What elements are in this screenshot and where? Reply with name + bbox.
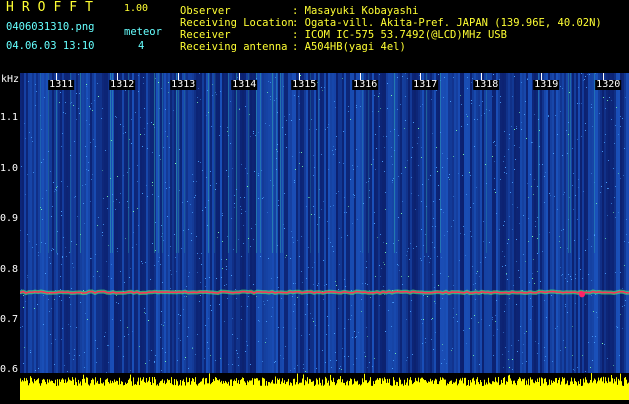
observer-value: : Masayuki Kobayashi: [292, 5, 419, 17]
x-tick-label: 1316: [352, 79, 379, 90]
location-label: Receiving Location: [180, 17, 294, 29]
spectrogram-image: [20, 73, 629, 373]
y-tick-label: 1.1: [0, 112, 19, 123]
meteor-count: 4: [138, 40, 145, 52]
receiver-label: Receiver: [180, 29, 231, 41]
amplitude-trace: [20, 373, 629, 400]
antenna-label: Receiving antenna: [180, 41, 288, 53]
file-name: 0406031310.png: [6, 21, 95, 33]
app-version: 1.00: [124, 3, 149, 14]
y-tick-label: 1.0: [0, 163, 19, 174]
x-tick-label: 1311: [48, 79, 75, 90]
x-tick-label: 1312: [109, 79, 136, 90]
observer-label: Observer: [180, 5, 231, 17]
app-title: HROFFT: [6, 0, 101, 15]
x-axis-time-ticks: 1311 1312 1313 1314 1315 1316 1317 1318 1319 1320: [20, 73, 629, 93]
amplitude-strip: [20, 373, 629, 400]
receiver-value: : ICOM IC-575 53.7492(@LCD)MHz USB: [292, 29, 507, 41]
x-tick-label: 1320: [595, 79, 622, 90]
x-tick-label: 1318: [473, 79, 500, 90]
spectrogram-plot: [20, 73, 629, 373]
location-value: : Ogata-vill. Akita-Pref. JAPAN (139.96E…: [292, 17, 602, 29]
y-axis-unit: kHz: [1, 74, 20, 85]
y-tick-label: 0.7: [0, 314, 19, 325]
y-tick-label: 0.9: [0, 213, 19, 224]
x-tick-label: 1313: [170, 79, 197, 90]
x-tick-label: 1315: [291, 79, 318, 90]
meteor-label: meteor: [124, 26, 162, 38]
y-tick-label: 0.6: [0, 364, 19, 375]
antenna-value: : A504HB(yagi 4el): [292, 41, 406, 53]
x-tick-label: 1319: [533, 79, 560, 90]
y-tick-label: 0.8: [0, 264, 19, 275]
datetime: 04.06.03 13:10: [6, 40, 95, 52]
x-tick-label: 1317: [412, 79, 439, 90]
x-tick-label: 1314: [231, 79, 258, 90]
